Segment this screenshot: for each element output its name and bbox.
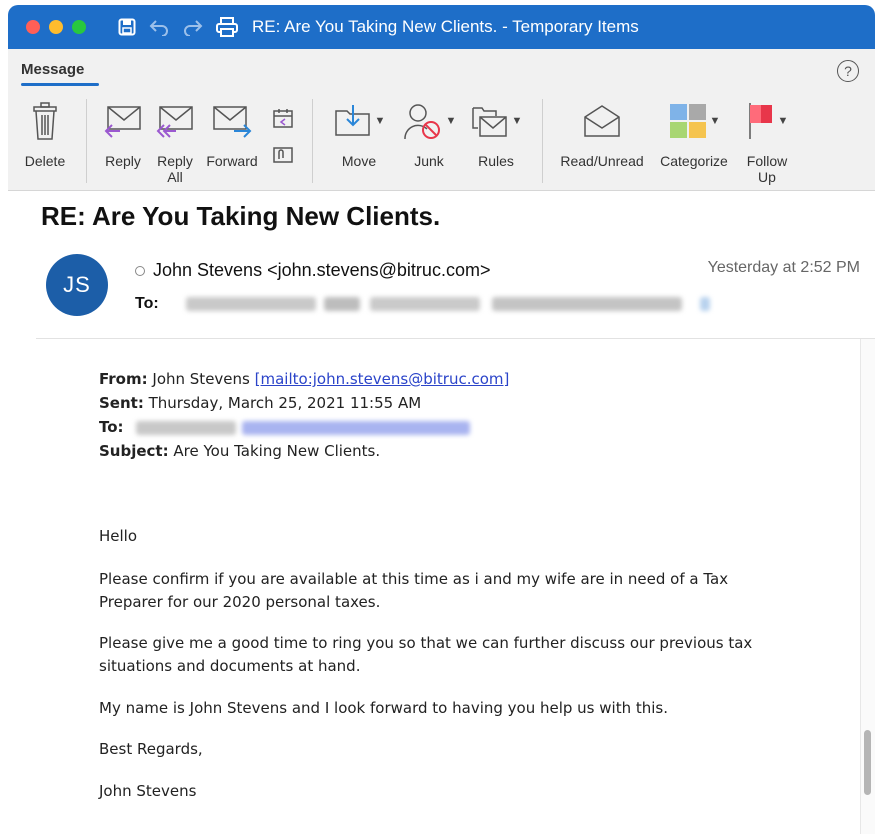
follow-up-button[interactable]: ▼ Follow Up [738,99,796,185]
paragraph-line: situations and documents at hand. [99,657,361,675]
trash-icon [30,99,60,143]
toolbar-separator [86,99,87,183]
sent-label: Sent: [99,394,144,412]
junk-button[interactable]: ▼ Junk [398,99,460,169]
redacted-quoted-recipient [242,421,470,435]
redacted-recipient [186,297,316,311]
recipients-label: To: [135,295,159,312]
toolbar-separator [312,99,313,183]
meeting-reply-button[interactable] [270,107,296,134]
open-envelope-icon [581,99,623,143]
avatar[interactable]: JS [46,254,108,316]
categorize-icon: ▼ [668,99,720,143]
ribbon-toolbar: Delete Reply Reply All Forward ▼ Move ▼ … [8,93,875,191]
delete-label: Delete [24,153,66,169]
sent-value: Thursday, March 25, 2021 11:55 AM [148,394,422,412]
read-unread-button[interactable]: Read/Unread [556,99,648,169]
move-label: Move [341,153,377,169]
redacted-recipient [370,297,480,311]
attachment-button[interactable] [270,145,296,170]
rules-icon: ▼ [470,99,522,143]
scrollbar-thumb[interactable] [864,730,871,795]
closing: Best Regards, [99,740,203,758]
redacted-recipient [492,297,682,311]
close-window-button[interactable] [26,20,40,34]
categorize-button[interactable]: ▼ Categorize [652,99,736,169]
ribbon-tab-row: Message ? [8,49,875,93]
junk-icon: ▼ [402,99,456,143]
flag-icon: ▼ [746,99,788,143]
quoted-to-line: To: [99,415,124,439]
active-tab-indicator [21,83,99,86]
follow-up-label: Follow Up [746,153,788,185]
window-title: RE: Are You Taking New Clients. - Tempor… [252,17,639,36]
print-icon[interactable] [216,17,238,37]
mail-window: RE: Are You Taking New Clients. - Tempor… [8,5,875,834]
from-label: From: [99,370,148,388]
mailto-link[interactable]: [mailto:john.stevens@bitruc.com] [255,370,510,388]
rules-button[interactable]: ▼ Rules [466,99,526,169]
from-name: John Stevens [152,370,250,388]
toolbar-separator [542,99,543,183]
attachment-icon [272,145,294,170]
quoted-subject-label: Subject: [99,442,169,460]
forward-label: Forward [206,153,258,169]
sender-name[interactable]: John Stevens <john.stevens@bitruc.com> [153,260,490,281]
help-icon[interactable]: ? [837,60,859,82]
tab-message[interactable]: Message [21,61,84,78]
redo-icon[interactable] [182,18,204,36]
save-icon[interactable] [118,18,136,36]
reply-icon [102,99,144,143]
message-timestamp: Yesterday at 2:52 PM [707,259,860,276]
categorize-label: Categorize [660,153,728,169]
paragraph-line: My name is John Stevens and I look forwa… [99,699,668,717]
window-controls [26,20,86,34]
move-button[interactable]: ▼ Move [328,99,390,169]
forward-icon [210,99,254,143]
paragraph-line: Please give me a good time to ring you s… [99,634,753,652]
reply-button[interactable]: Reply [100,99,146,169]
move-to-folder-icon: ▼ [333,99,385,143]
paragraph-line: Preparer for our 2020 personal taxes. [99,593,381,611]
quoted-subject-value: Are You Taking New Clients. [173,442,381,460]
paragraph-line: Please confirm if you are available at t… [99,570,729,588]
vertical-scrollbar[interactable] [860,339,875,834]
message-body[interactable]: From: John Stevens [mailto:john.stevens@… [36,339,875,834]
quoted-sent-line: Sent: Thursday, March 25, 2021 11:55 AM [99,391,421,415]
zoom-window-button[interactable] [72,20,86,34]
redacted-recipient [324,297,360,311]
quoted-to-label: To: [99,418,124,436]
undo-icon[interactable] [148,18,170,36]
delete-button[interactable]: Delete [22,99,68,169]
message-subject: RE: Are You Taking New Clients. [41,201,441,231]
junk-label: Junk [414,153,444,169]
read-unread-label: Read/Unread [560,153,644,169]
redacted-recipient [700,297,710,311]
sender-row[interactable]: John Stevens <john.stevens@bitruc.com> [135,260,490,281]
redacted-quoted-recipient [136,421,236,435]
minimize-window-button[interactable] [49,20,63,34]
quoted-subject-line: Subject: Are You Taking New Clients. [99,439,380,463]
reply-label: Reply [105,153,141,169]
greeting: Hello [99,527,138,545]
reply-all-icon [154,99,196,143]
calendar-icon [272,107,294,134]
quoted-from-line: From: John Stevens [mailto:john.stevens@… [99,367,509,391]
reply-all-button[interactable]: Reply All [152,99,198,185]
reply-all-label: Reply All [157,153,193,185]
rules-label: Rules [478,153,514,169]
title-bar: RE: Are You Taking New Clients. - Tempor… [8,5,875,49]
signature: John Stevens [99,782,197,800]
forward-button[interactable]: Forward [204,99,260,169]
presence-icon [135,265,145,276]
